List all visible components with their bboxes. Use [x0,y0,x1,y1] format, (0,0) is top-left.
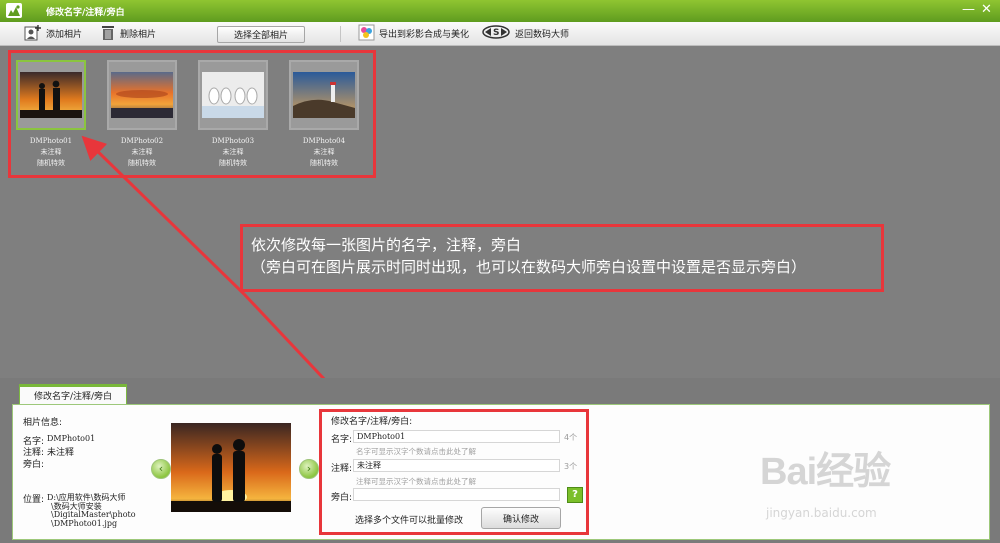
preview-image [171,423,291,512]
baidu-jingyan-watermark: Bai经验 jingyan.baidu.com [760,440,891,520]
edit-name-label: 名字: [331,435,353,445]
return-logo-icon: S [481,25,511,42]
edit-narration-label: 旁白: [331,493,353,503]
select-all-button[interactable]: 选择全部相片 [217,26,305,43]
export-palette-icon [358,24,375,44]
photo-gallery: DMPhoto01 未注释 随机特效 DMPhoto02 未注释 随机特效 DM… [0,46,1000,378]
name-hint-link[interactable]: 名字可显示汉字个数请点击此处了解 [356,446,476,457]
tab-edit-name-note-narration[interactable]: 修改名字/注释/旁白 [19,384,127,404]
annotation-line-2: （旁白可在图片展示时同时出现，也可以在数码大师旁白设置中设置是否显示旁白） [251,258,807,276]
watermark-brand: Bai经验 [760,451,891,493]
watermark-url: jingyan.baidu.com [766,506,877,520]
info-narration-label: 旁白: [23,460,45,470]
annotation-box: 依次修改每一张图片的名字，注释，旁白 （旁白可在图片展示时同时出现，也可以在数码… [240,224,884,292]
edit-heading: 修改名字/注释/旁白: [331,417,413,427]
close-button[interactable]: ✕ [981,3,992,17]
return-label: 返回数码大师 [515,30,570,40]
annotation-line-1: 依次修改每一张图片的名字，注释，旁白 [251,236,522,254]
add-photo-icon [24,24,42,44]
info-location-label: 位置: [23,495,45,505]
trash-icon [100,24,116,44]
name-char-count: 4个 [564,433,578,442]
export-label: 导出到彩影合成与美化 [379,30,470,40]
window-titlebar: 修改名字/注释/旁白 — ✕ [0,0,1000,22]
batch-edit-hint: 选择多个文件可以批量修改 [355,516,464,526]
toolbar-separator [340,26,341,42]
annotation-arrows [81,135,326,378]
note-input[interactable]: 未注释 [353,459,560,472]
info-location-line: \DMPhoto01.jpg [51,519,118,528]
export-button[interactable]: 导出到彩影合成与美化 [358,24,470,44]
add-photo-button[interactable]: 添加相片 [24,24,83,44]
previous-photo-button[interactable]: ‹ [151,459,171,479]
svg-text:S: S [493,28,499,38]
edit-note-label: 注释: [331,464,353,474]
info-location-line: \DigitalMaster\photo [51,510,136,519]
note-hint-link[interactable]: 注释可显示汉字个数请点击此处了解 [356,476,476,487]
app-icon [6,3,22,18]
return-button[interactable]: S 返回数码大师 [481,25,569,42]
toolbar: 添加相片 删除相片 选择全部相片 导出到彩影合成与美化 S 返回数码大师 [0,22,1000,46]
info-note-value: 未注释 [47,448,75,458]
help-button[interactable]: ? [567,487,583,503]
photo-info-heading: 相片信息: [23,418,63,428]
name-input[interactable]: DMPhoto01 [353,430,560,443]
delete-photo-label: 删除相片 [120,30,157,40]
info-name-value: DMPhoto01 [47,434,96,443]
note-char-count: 3个 [564,462,578,471]
narration-input[interactable] [353,488,560,501]
minimize-button[interactable]: — [962,3,975,17]
delete-photo-button[interactable]: 删除相片 [100,25,156,42]
confirm-edit-button[interactable]: 确认修改 [481,507,561,529]
window-title: 修改名字/注释/旁白 [46,8,125,18]
next-photo-button[interactable]: › [299,459,319,479]
add-photo-label: 添加相片 [46,30,83,40]
